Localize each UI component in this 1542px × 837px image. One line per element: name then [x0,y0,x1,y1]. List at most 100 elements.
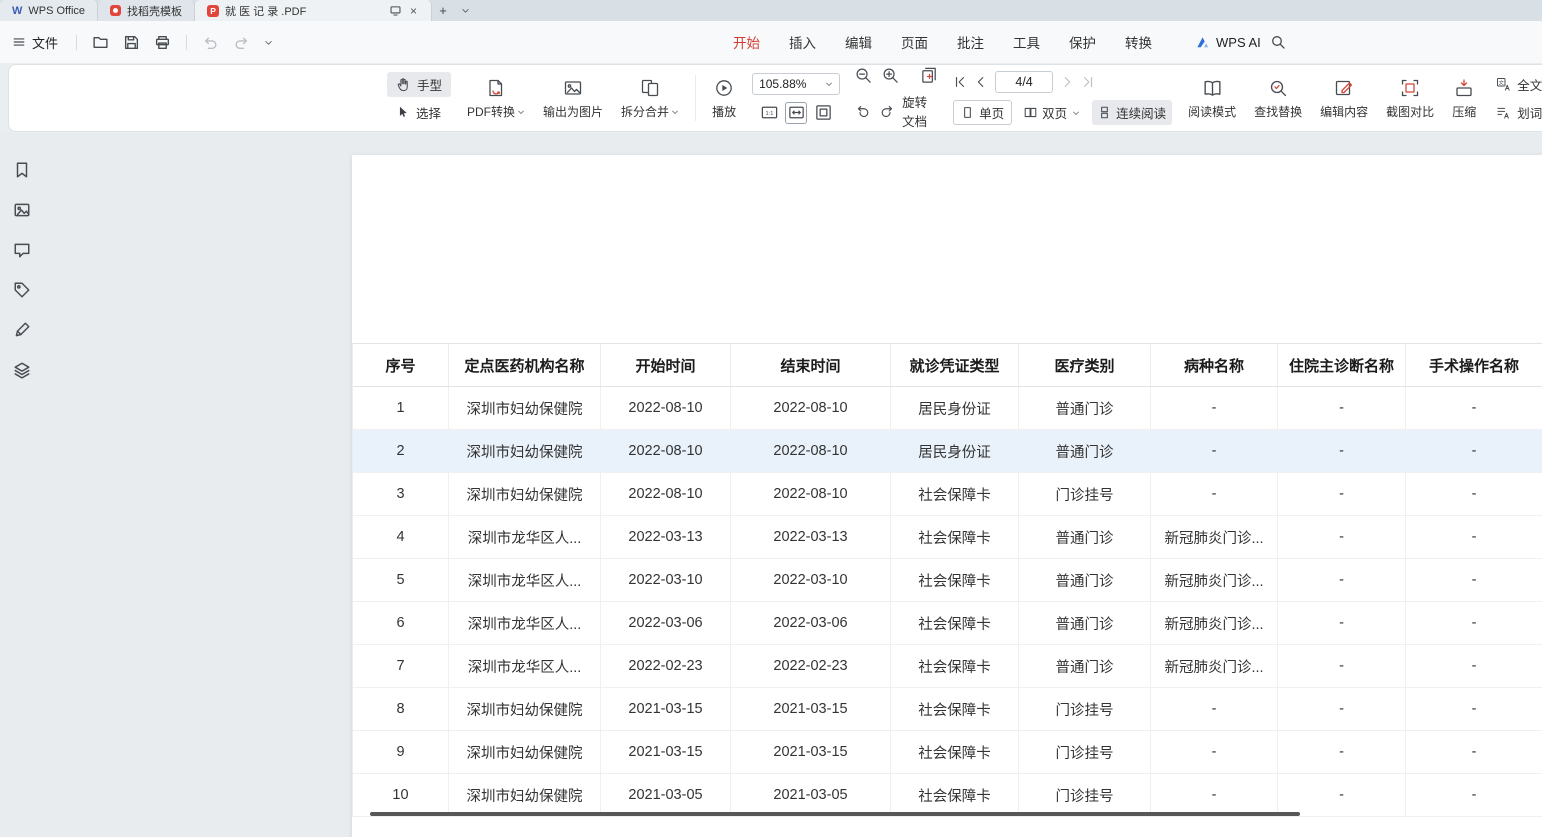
layers-icon [13,361,31,379]
rotate-doc-button[interactable]: 旋转文档 [902,92,939,130]
ribbon-tab-1[interactable]: 开始 [733,32,760,52]
split-merge-button[interactable]: 拆分合并 [619,74,681,122]
document-viewport[interactable]: 序号定点医药机构名称开始时间结束时间就诊凭证类型医疗类别病种名称住院主诊断名称手… [44,133,1542,837]
undo-history-chevron-icon[interactable] [257,38,280,47]
tab-list-chevron-icon[interactable] [454,0,476,21]
tab-document[interactable]: P 就 医 记 录 .PDF × [195,0,432,21]
comment-icon [13,241,31,259]
horizontal-scrollbar-thumb[interactable] [370,812,1300,816]
table-cell: 深圳市妇幼保健院 [449,387,601,429]
rotate-left-button[interactable] [854,102,872,120]
pdf-convert-icon [486,78,506,98]
redo-button[interactable] [226,34,257,51]
ribbon-tab-5[interactable]: 批注 [957,32,984,52]
table-cell: 社会保障卡 [891,688,1019,730]
file-menu-label: 文件 [32,33,58,52]
layers-panel-button[interactable] [13,361,31,379]
table-cell: 社会保障卡 [891,559,1019,601]
wps-ai-button[interactable]: WPS AI [1196,21,1261,63]
full-translate-button[interactable]: 文 全文翻译 [1492,72,1542,97]
open-file-button[interactable] [85,34,116,51]
rotate-right-button[interactable] [878,102,896,120]
extract-pages-button[interactable] [920,66,939,85]
column-header: 结束时间 [731,344,891,386]
table-cell: - [1151,430,1278,472]
close-tab-icon[interactable]: × [408,4,419,18]
ribbon-tab-3[interactable]: 编辑 [845,32,872,52]
thumbnails-panel-button[interactable] [13,201,31,219]
double-page-button[interactable]: 双页 [1018,100,1086,125]
actual-size-button[interactable]: 1:1 [758,102,780,124]
read-mode-button[interactable]: 阅读模式 [1186,74,1238,122]
find-replace-label: 查找替换 [1254,103,1302,120]
word-translate-button[interactable]: 划词翻译 [1492,100,1542,125]
print-button[interactable] [147,34,178,51]
single-page-button[interactable]: 单页 [953,100,1012,125]
prev-page-button[interactable] [974,75,988,89]
ribbon-tab-7[interactable]: 保护 [1069,32,1096,52]
zoom-out-button[interactable] [854,66,873,85]
medical-records-table: 序号定点医药机构名称开始时间结束时间就诊凭证类型医疗类别病种名称住院主诊断名称手… [352,343,1542,817]
screenshot-compare-icon [1400,78,1420,98]
bookmarks-panel-button[interactable] [13,161,31,179]
annotate-panel-button[interactable] [13,321,31,339]
table-cell: - [1278,430,1406,472]
comments-panel-button[interactable] [13,241,31,259]
edit-content-label: 编辑内容 [1320,103,1368,120]
table-row: 1深圳市妇幼保健院2022-08-102022-08-10居民身份证普通门诊--… [353,387,1542,430]
file-menu-button[interactable]: 文件 [0,33,68,52]
fit-width-button[interactable] [785,102,807,124]
zoom-in-button[interactable] [881,66,900,85]
table-cell: 门诊挂号 [1019,774,1151,816]
table-cell: 门诊挂号 [1019,688,1151,730]
screenshot-compare-label: 截图对比 [1386,103,1434,120]
play-button[interactable]: 播放 [710,74,738,122]
tab-docer-templates[interactable]: 找稻壳模板 [98,0,195,21]
table-cell: - [1151,731,1278,773]
play-icon [714,78,734,98]
rotate-left-icon [854,102,872,120]
screenshot-compare-button[interactable]: 截图对比 [1384,74,1436,122]
zoom-value: 105.88% [759,77,806,91]
hand-tool-button[interactable]: 手型 [387,72,451,97]
page-number-input[interactable] [995,71,1053,93]
page-nav-group: 单页 双页 连续阅读 [953,71,1172,125]
first-page-button[interactable] [953,75,967,89]
double-page-icon [1024,106,1037,119]
folder-icon [92,34,109,51]
left-sidebar [0,133,44,837]
rotate-right-icon [878,102,896,120]
column-header: 病种名称 [1151,344,1278,386]
full-translate-icon: 文 [1496,77,1511,92]
edit-content-button[interactable]: 编辑内容 [1318,74,1370,122]
wps-ai-icon [1196,35,1211,50]
zoom-out-icon [854,66,873,85]
ribbon-tab-2[interactable]: 插入 [789,32,816,52]
ribbon-tab-8[interactable]: 转换 [1125,32,1152,52]
zoom-rotate-group: 旋转文档 [854,66,939,130]
ribbon-tab-6[interactable]: 工具 [1013,32,1040,52]
undo-button[interactable] [195,34,226,51]
pdf-convert-button[interactable]: PDF转换 [465,74,527,122]
select-tool-button[interactable]: 选择 [387,100,451,125]
table-row: 10深圳市妇幼保健院2021-03-052021-03-05社会保障卡门诊挂号-… [353,774,1542,817]
new-tab-button[interactable]: + [432,0,454,21]
fit-page-button[interactable] [812,102,834,124]
next-page-button[interactable] [1060,75,1074,89]
ribbon-tab-4[interactable]: 页面 [901,32,928,52]
tab-wps-office[interactable]: W WPS Office [0,0,98,21]
last-page-button[interactable] [1081,75,1095,89]
tags-panel-button[interactable] [13,281,31,299]
save-button[interactable] [116,34,147,51]
column-header: 序号 [353,344,449,386]
table-cell: 普通门诊 [1019,430,1151,472]
continuous-read-button[interactable]: 连续阅读 [1092,100,1172,125]
document-title: 就 医 记 录 .PDF [225,3,383,19]
export-image-button[interactable]: 输出为图片 [541,74,605,122]
find-replace-button[interactable]: 查找替换 [1252,74,1304,122]
ribbon-search-button[interactable] [1270,21,1286,63]
export-image-label: 输出为图片 [543,103,603,120]
compress-button[interactable]: 压缩 [1450,74,1478,122]
chevron-down-icon [1072,109,1080,117]
zoom-select[interactable]: 105.88% [752,73,840,95]
